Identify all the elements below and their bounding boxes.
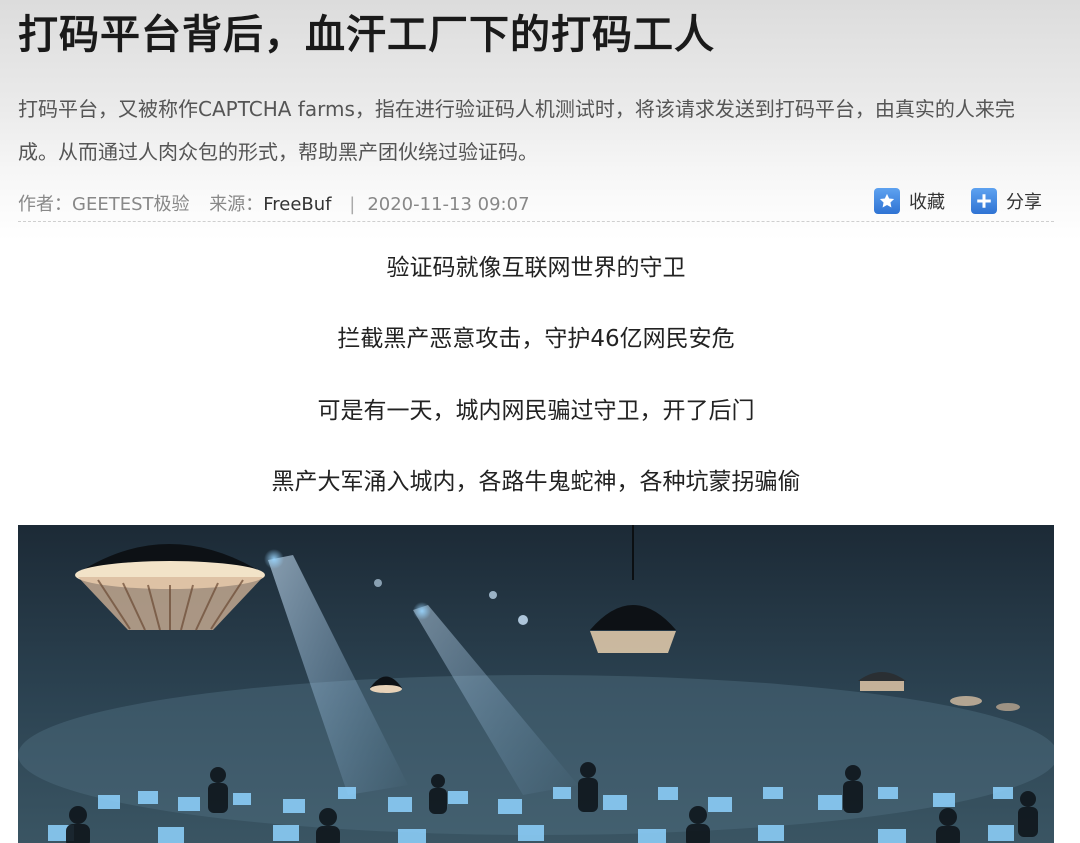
share-label: 分享 xyxy=(1006,192,1042,213)
meta-info: 作者：GEETEST极验 来源：FreeBuf | 2020-11-13 09:0… xyxy=(18,190,530,216)
favorite-button[interactable]: 收藏 xyxy=(874,188,945,214)
article-meta: 作者：GEETEST极验 来源：FreeBuf | 2020-11-13 09:0… xyxy=(18,186,1054,222)
publish-datetime: 2020-11-13 09:07 xyxy=(367,194,530,215)
article-title: 打码平台背后，血汗工厂下的打码工人 xyxy=(18,12,715,58)
share-button[interactable]: 分享 xyxy=(971,188,1042,214)
body-line: 可是有一天，城内网民骗过守卫，开了后门 xyxy=(317,398,755,424)
article-page: 打码平台背后，血汗工厂下的打码工人 打码平台，又被称作CAPTCHA farms… xyxy=(0,0,1080,843)
body-line: 黑产大军涌入城内，各路牛鬼蛇神，各种坑蒙拐骗偷 xyxy=(271,469,801,495)
workers-hall-image xyxy=(18,525,1054,843)
author-label: 作者： xyxy=(18,194,72,215)
plus-icon xyxy=(971,188,997,214)
article-actions: 收藏 分享 xyxy=(874,188,1042,214)
source-label: 来源： xyxy=(209,194,264,215)
body-line: 验证码就像互联网世界的守卫 xyxy=(386,255,686,281)
body-line: 拦截黑产恶意攻击，守护46亿网民安危 xyxy=(337,326,735,352)
article-summary: 打码平台，又被称作CAPTCHA farms，指在进行验证码人机测试时，将该请求… xyxy=(18,97,1015,164)
article-photo xyxy=(18,525,1054,843)
author-name: GEETEST极验 xyxy=(72,194,190,215)
source-link[interactable]: FreeBuf xyxy=(263,194,331,215)
meta-separator: | xyxy=(349,194,356,215)
favorite-label: 收藏 xyxy=(909,192,945,213)
star-icon xyxy=(874,188,900,214)
